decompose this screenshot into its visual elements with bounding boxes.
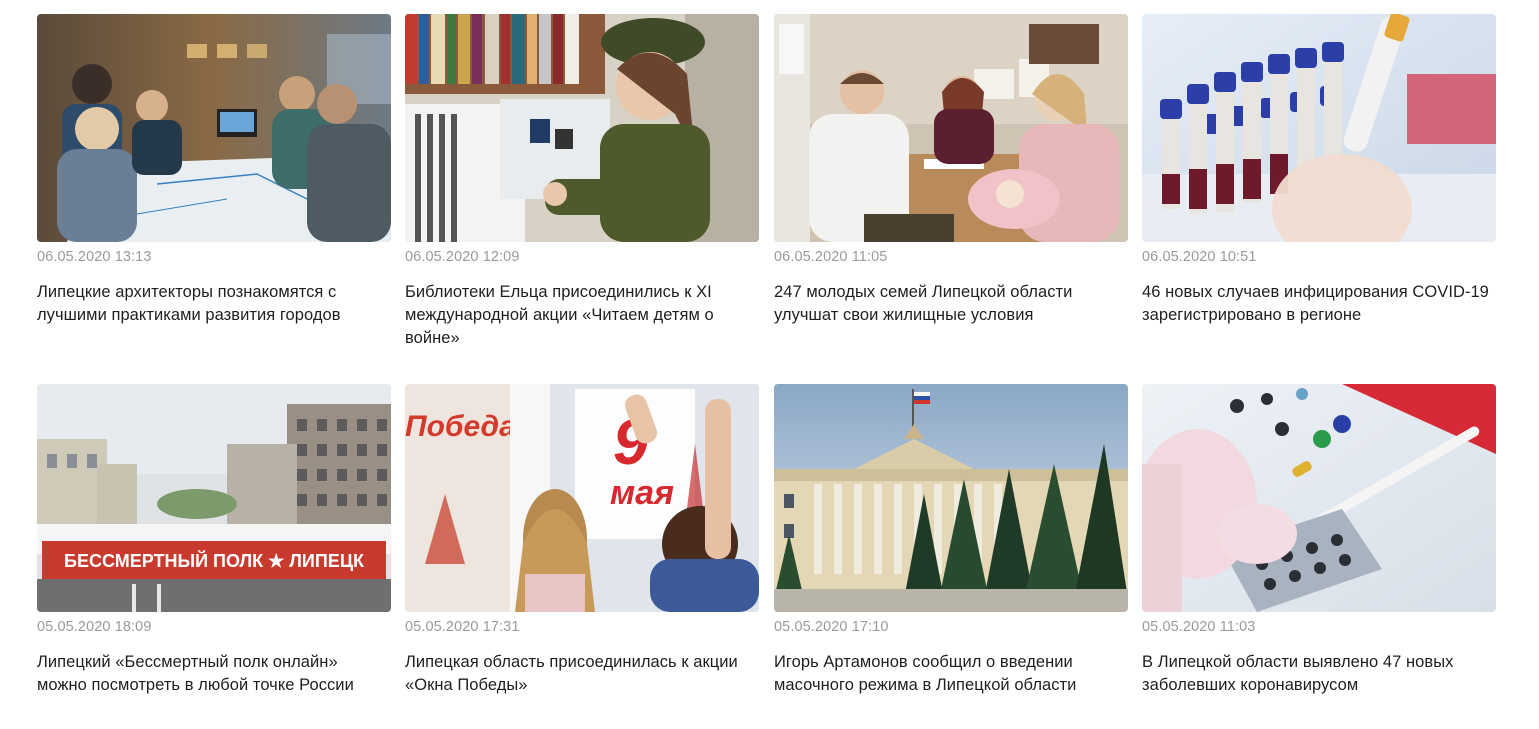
administration-building-photo bbox=[774, 384, 1128, 612]
news-card[interactable]: 05.05.2020 17:10 Игорь Артамонов сообщил… bbox=[774, 384, 1128, 697]
poster-text-left: Победа bbox=[405, 410, 516, 443]
news-thumbnail[interactable]: Победа 9 мая bbox=[405, 384, 759, 612]
news-thumbnail[interactable] bbox=[1142, 384, 1496, 612]
banner-text: БЕССМЕРТНЫЙ ПОЛК ★ ЛИПЕЦК bbox=[64, 550, 365, 571]
news-date: 06.05.2020 10:51 bbox=[1142, 249, 1257, 265]
lab-test-tubes-photo bbox=[1142, 14, 1496, 242]
girl-reading-library-photo bbox=[405, 14, 759, 242]
news-title[interactable]: Липецкие архитекторы познакомятся с лучш… bbox=[37, 281, 391, 327]
news-card[interactable]: 06.05.2020 10:51 46 новых случаев инфици… bbox=[1142, 14, 1496, 327]
news-date: 06.05.2020 12:09 bbox=[405, 249, 520, 265]
news-title[interactable]: Игорь Артамонов сообщил о введении масоч… bbox=[774, 651, 1128, 697]
news-card[interactable]: 06.05.2020 13:13 Липецкие архитекторы по… bbox=[37, 14, 391, 327]
news-card[interactable]: БЕССМЕРТНЫЙ ПОЛК ★ ЛИПЕЦК 05.05.2020 18:… bbox=[37, 384, 391, 697]
lab-pipette-photo bbox=[1142, 384, 1496, 612]
news-thumbnail[interactable] bbox=[774, 384, 1128, 612]
news-card[interactable]: 06.05.2020 12:09 Библиотеки Ельца присое… bbox=[405, 14, 759, 350]
news-title[interactable]: Липецкий «Бессмертный полк онлайн» можно… bbox=[37, 651, 391, 697]
news-title[interactable]: 46 новых случаев инфицирования COVID-19 … bbox=[1142, 281, 1496, 327]
immortal-regiment-march-photo: БЕССМЕРТНЫЙ ПОЛК ★ ЛИПЕЦК bbox=[37, 384, 391, 612]
news-title[interactable]: Липецкая область присоединилась к акции … bbox=[405, 651, 759, 697]
news-thumbnail[interactable]: БЕССМЕРТНЫЙ ПОЛК ★ ЛИПЕЦК bbox=[37, 384, 391, 612]
news-thumbnail[interactable] bbox=[1142, 14, 1496, 242]
news-date: 05.05.2020 17:31 bbox=[405, 619, 520, 635]
news-title[interactable]: Библиотеки Ельца присоединились к XI меж… bbox=[405, 281, 759, 350]
news-date: 05.05.2020 11:03 bbox=[1142, 619, 1256, 635]
poster-text-right-word: мая bbox=[610, 474, 674, 512]
news-thumbnail[interactable] bbox=[405, 14, 759, 242]
news-date: 06.05.2020 13:13 bbox=[37, 249, 152, 265]
news-thumbnail[interactable] bbox=[774, 14, 1128, 242]
news-card[interactable]: 05.05.2020 11:03 В Липецкой области выяв… bbox=[1142, 384, 1496, 697]
news-card[interactable]: Победа 9 мая 05.05.2020 17:31 Липецкая о… bbox=[405, 384, 759, 697]
children-window-poster-photo: Победа 9 мая bbox=[405, 384, 759, 612]
news-thumbnail[interactable] bbox=[37, 14, 391, 242]
news-title[interactable]: В Липецкой области выявлено 47 новых заб… bbox=[1142, 651, 1496, 697]
news-card[interactable]: 06.05.2020 11:05 247 молодых семей Липец… bbox=[774, 14, 1128, 327]
news-title[interactable]: 247 молодых семей Липецкой области улучш… bbox=[774, 281, 1128, 327]
news-date: 06.05.2020 11:05 bbox=[774, 249, 888, 265]
news-date: 05.05.2020 17:10 bbox=[774, 619, 889, 635]
young-family-office-photo bbox=[774, 14, 1128, 242]
architects-meeting-photo bbox=[37, 14, 391, 242]
news-date: 05.05.2020 18:09 bbox=[37, 619, 152, 635]
news-grid: 06.05.2020 13:13 Липецкие архитекторы по… bbox=[0, 0, 1539, 729]
